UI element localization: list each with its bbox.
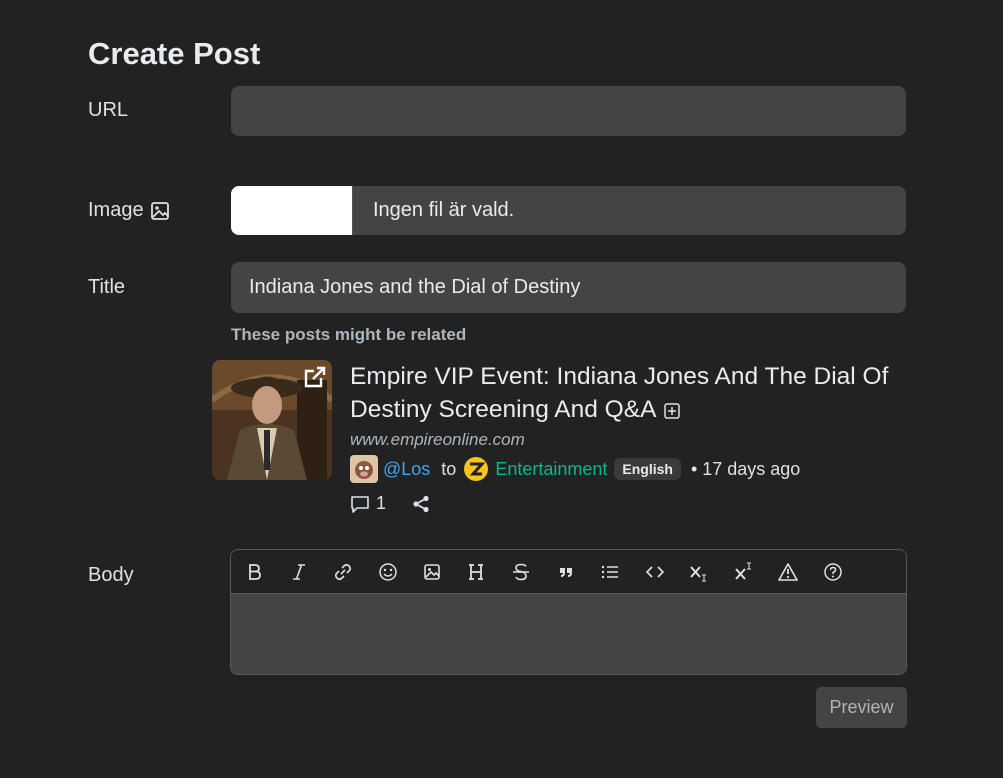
header-icon[interactable] [464,559,490,585]
bold-icon[interactable] [241,559,267,585]
language-badge: English [614,458,681,480]
expand-plus-icon[interactable] [664,402,681,419]
post-age: • 17 days ago [690,458,801,479]
body-label: Body [88,564,134,587]
strikethrough-icon[interactable] [508,559,534,585]
browse-button[interactable]: Bläddra... [231,186,353,235]
file-status: Ingen fil är vald. [373,199,515,221]
title-input[interactable] [231,262,906,313]
spoiler-icon[interactable] [775,559,801,585]
related-heading: These posts might be related [231,325,467,344]
share-icon[interactable] [412,495,430,513]
subscript-icon[interactable] [686,559,712,585]
editor-toolbar [231,550,906,594]
body-textarea[interactable] [231,594,906,674]
image-icon[interactable] [419,559,445,585]
superscript-icon[interactable] [731,559,757,585]
title-label-text: Title [88,276,126,298]
image-label: Image [88,199,170,222]
url-label-text: URL [88,99,129,121]
list-icon[interactable] [597,559,623,585]
emoji-icon[interactable] [375,559,401,585]
body-editor [230,549,907,675]
comment-count[interactable]: 1 [376,493,386,514]
quote-icon[interactable] [553,559,579,585]
title-label: Title [88,276,125,299]
preview-button[interactable]: Preview [816,687,907,728]
related-post-title[interactable]: Empire VIP Event: Indiana Jones And The … [350,360,910,426]
page-title: Create Post [88,36,261,71]
url-input[interactable] [231,86,906,136]
code-icon[interactable] [642,559,668,585]
image-label-icon [150,201,170,221]
user-avatar[interactable] [350,455,378,483]
image-label-text: Image [88,199,144,221]
italic-icon[interactable] [286,559,312,585]
comment-icon[interactable] [350,494,370,514]
external-link-icon[interactable] [302,364,328,390]
help-icon[interactable] [820,559,846,585]
community-icon[interactable] [463,456,489,482]
related-post-title-text[interactable]: Empire VIP Event: Indiana Jones And The … [350,363,888,423]
post-user-link[interactable]: @Los [383,459,430,480]
post-meta: @Los to Entertainment English • 17 days … [350,455,800,483]
post-domain[interactable]: www.empireonline.com [350,430,525,450]
body-label-text: Body [88,564,134,586]
image-file-input[interactable]: Bläddra... Ingen fil är vald. [231,186,906,235]
url-label: URL [88,99,128,122]
community-link[interactable]: Entertainment [495,459,607,480]
post-stats: 1 [350,493,430,514]
link-icon[interactable] [330,559,356,585]
to-text: to [441,458,457,479]
post-thumbnail[interactable] [212,360,332,480]
